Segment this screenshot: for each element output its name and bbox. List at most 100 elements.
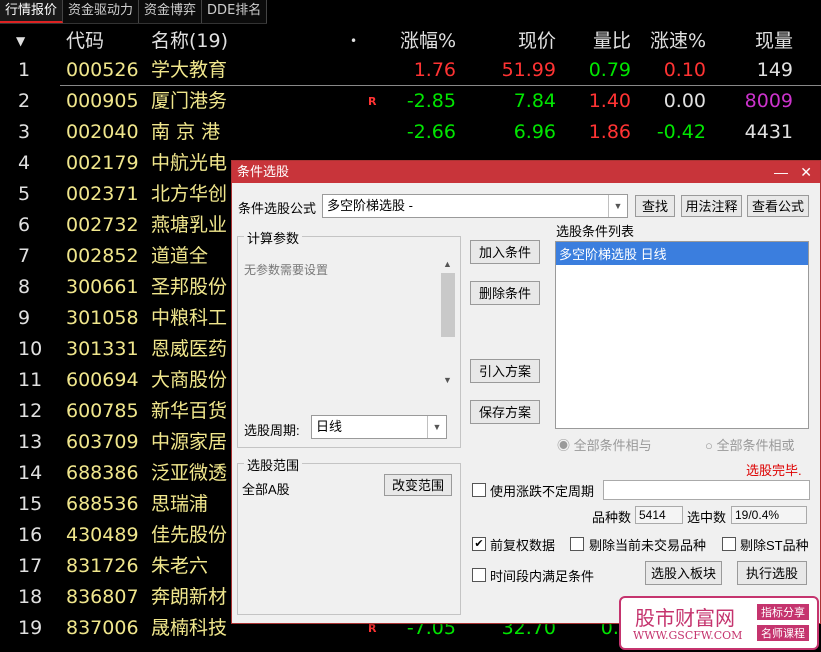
period-input[interactable]	[603, 480, 810, 500]
radio-empty-icon: ○	[705, 438, 713, 453]
scroll-up-icon[interactable]: ▲	[443, 259, 452, 269]
formula-label: 条件选股公式	[238, 201, 317, 216]
tab-quotes[interactable]: 行情报价	[0, 0, 64, 23]
sort-arrow-icon[interactable]: ▼	[16, 28, 25, 54]
row-change: -2.85	[406, 90, 456, 112]
or-radio[interactable]: ○ 全部条件相或	[705, 435, 795, 454]
use-period-checkbox[interactable]	[472, 483, 486, 497]
col-change[interactable]: 涨幅%	[400, 28, 456, 54]
and-radio[interactable]: ◉ 全部条件相与	[557, 435, 652, 454]
params-scrollbar[interactable]: ▲ ▼	[440, 257, 456, 387]
close-icon[interactable]: ✕	[800, 161, 812, 183]
view-formula-button[interactable]: 查看公式	[747, 195, 809, 217]
row-index: 17	[18, 555, 43, 577]
selected-row-underline	[60, 85, 821, 86]
period-select[interactable]: 日线 ▼	[311, 415, 447, 439]
params-group-label: 计算参数	[244, 228, 303, 247]
count-label: 品种数	[592, 510, 632, 525]
row-index: 1	[18, 59, 31, 81]
and-label: 全部条件相与	[573, 438, 652, 453]
col-code[interactable]: 代码	[66, 28, 104, 54]
row-index: 9	[18, 307, 31, 329]
delete-condition-button[interactable]: 删除条件	[470, 281, 540, 305]
tab-fund-drive[interactable]: 资金驱动力	[63, 0, 140, 23]
to-block-button[interactable]: 选股入板块	[645, 561, 722, 585]
save-plan-button[interactable]: 保存方案	[470, 400, 540, 424]
row-code: 603709	[66, 431, 139, 453]
exclude-untraded-checkbox[interactable]	[570, 537, 584, 551]
row-volume: 149	[756, 59, 793, 81]
scope-value: 全部A股	[242, 482, 290, 497]
import-plan-button[interactable]: 引入方案	[470, 359, 540, 383]
params-group: 计算参数 无参数需要设置 ▲ ▼ 选股周期: 日线 ▼	[237, 228, 461, 448]
watermark-logo: 股市财富网 WWW.GSCFW.COM 指标分享 名师课程	[619, 596, 819, 650]
row-code: 688536	[66, 493, 139, 515]
row-volume-ratio: 0.79	[588, 59, 631, 81]
condition-item[interactable]: 多空阶梯选股 日线	[556, 242, 808, 265]
stock-screen-dialog: 条件选股 — ✕ 条件选股公式 多空阶梯选股 - ▼ 查找 用法注释 查看公式 …	[231, 160, 821, 624]
col-price[interactable]: 现价	[518, 28, 556, 54]
row-code: 688386	[66, 462, 139, 484]
col-name[interactable]: 名称(19)	[151, 28, 228, 54]
table-row[interactable]: 2 000905 厦门港务 R -2.85 7.84 1.40 0.00 8009	[0, 86, 821, 117]
row-name: 中航光电	[151, 152, 228, 174]
row-speed: 0.00	[663, 90, 706, 112]
add-condition-button[interactable]: 加入条件	[470, 240, 540, 264]
run-screen-button[interactable]: 执行选股	[737, 561, 807, 585]
minimize-icon[interactable]: —	[774, 161, 788, 183]
row-volume: 8009	[744, 90, 793, 112]
find-button[interactable]: 查找	[635, 195, 675, 217]
row-code: 600785	[66, 400, 139, 422]
change-scope-button[interactable]: 改变范围	[384, 474, 452, 496]
row-code: 831726	[66, 555, 139, 577]
col-speed[interactable]: 涨速%	[650, 28, 706, 54]
row-volume-ratio: 1.86	[588, 121, 631, 143]
chevron-down-icon[interactable]: ▼	[427, 416, 446, 438]
tab-bar: 行情报价 资金驱动力 资金博弈 DDE排名	[0, 0, 268, 24]
count-field: 5414	[635, 506, 683, 524]
row-name: 燕塘乳业	[151, 214, 228, 236]
tab-dde-rank[interactable]: DDE排名	[202, 0, 268, 23]
row-price: 51.99	[501, 59, 556, 81]
row-name: 新华百货	[151, 400, 228, 422]
row-index: 8	[18, 276, 31, 298]
row-code: 430489	[66, 524, 139, 546]
col-volume[interactable]: 现量	[755, 28, 793, 54]
tab-fund-game[interactable]: 资金博弈	[139, 0, 203, 23]
exclude-untraded-label: 剔除当前未交易品种	[589, 538, 707, 553]
dialog-title-bar[interactable]: 条件选股 — ✕	[232, 161, 820, 183]
chevron-down-icon[interactable]: ▼	[608, 195, 627, 217]
row-name: 思瑞浦	[151, 493, 209, 515]
formula-select[interactable]: 多空阶梯选股 - ▼	[322, 194, 628, 218]
row-index: 13	[18, 431, 43, 453]
scope-group: 选股范围 全部A股 改变范围	[237, 455, 461, 615]
table-row[interactable]: 3 002040 南 京 港 -2.66 6.96 1.86 -0.42 4431	[0, 117, 821, 148]
condition-list-label: 选股条件列表	[556, 224, 635, 239]
row-name: 道道全	[151, 245, 209, 267]
row-index: 15	[18, 493, 43, 515]
in-period-checkbox[interactable]	[472, 568, 486, 582]
prefq-checkbox[interactable]: ✔	[472, 537, 486, 551]
row-code: 301058	[66, 307, 139, 329]
or-label: 全部条件相或	[716, 438, 795, 453]
exclude-st-checkbox[interactable]	[722, 537, 736, 551]
row-code: 000905	[66, 90, 139, 112]
scope-group-label: 选股范围	[244, 455, 303, 474]
table-row[interactable]: 1 000526 学大教育 1.76 51.99 0.79 0.10 149	[0, 55, 821, 86]
row-index: 2	[18, 90, 31, 112]
row-price: 6.96	[513, 121, 556, 143]
row-index: 4	[18, 152, 31, 174]
row-code: 000526	[66, 59, 139, 81]
scroll-thumb[interactable]	[441, 273, 455, 337]
col-volume-ratio[interactable]: 量比	[593, 28, 631, 54]
row-volume-ratio: 1.40	[588, 90, 631, 112]
row-change: -2.66	[406, 121, 456, 143]
watermark-title: 股市财富网	[635, 606, 735, 630]
scroll-down-icon[interactable]: ▼	[443, 375, 452, 385]
condition-list[interactable]: 多空阶梯选股 日线	[555, 241, 809, 429]
watermark-tag2: 名师课程	[757, 625, 809, 641]
row-code: 002852	[66, 245, 139, 267]
formula-value: 多空阶梯选股 -	[327, 198, 413, 213]
usage-button[interactable]: 用法注释	[681, 195, 742, 217]
params-text: 无参数需要设置	[244, 263, 329, 277]
